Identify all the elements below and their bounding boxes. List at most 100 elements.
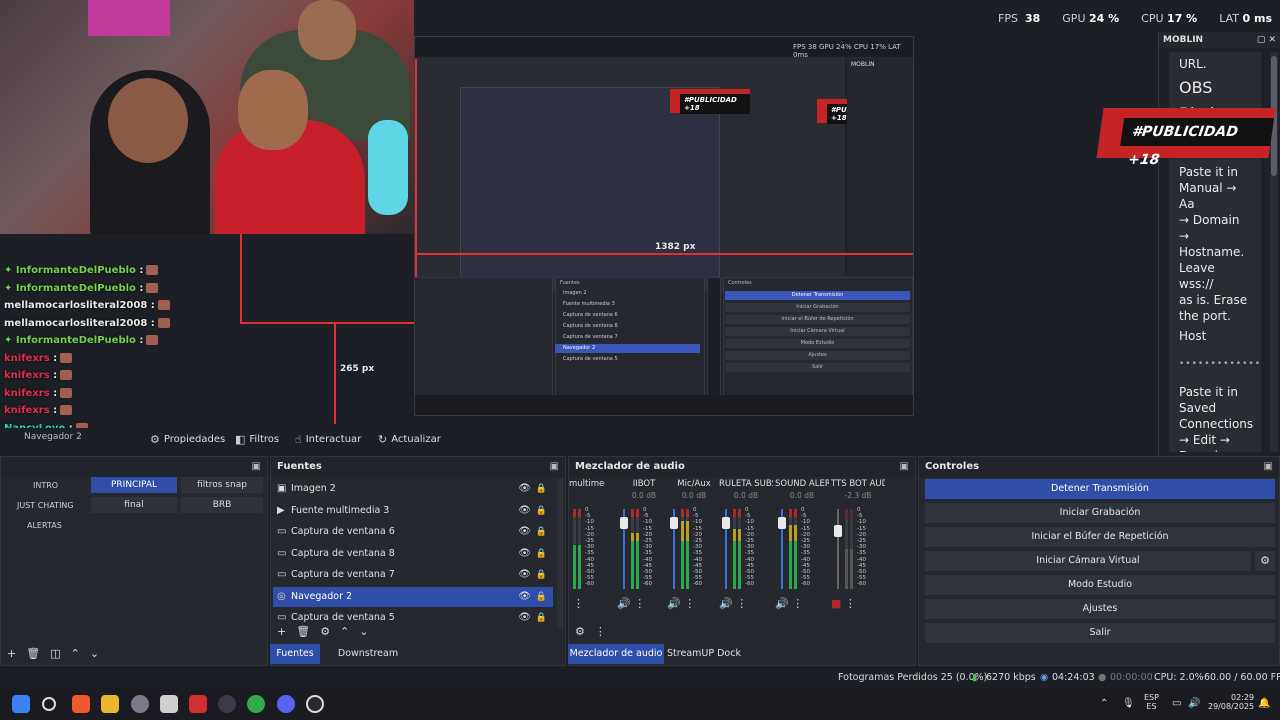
app-dark-icon[interactable]: [218, 695, 236, 713]
more-icon[interactable]: ⋮: [595, 625, 606, 638]
tab-downstream-keyer[interactable]: Downstream Keyer: [324, 644, 412, 679]
source-row[interactable]: ▭ Captura de ventana 8 👁 🔒: [273, 544, 553, 564]
more-icon[interactable]: ⋮: [736, 597, 747, 610]
scene-principal[interactable]: PRINCIPAL: [91, 477, 177, 493]
volume-icon[interactable]: 🔊: [1188, 698, 1200, 709]
source-row[interactable]: ◎ Navegador 2 👁 🔒: [273, 586, 553, 607]
studio-mode-button[interactable]: Modo Estudio: [925, 575, 1275, 595]
dock-float-icon[interactable]: ▣: [1264, 457, 1279, 477]
more-icon[interactable]: ⋮: [792, 597, 803, 610]
scene-intro-label[interactable]: INTRO: [33, 481, 58, 490]
tab-sources[interactable]: Fuentes: [270, 644, 320, 664]
volume-fader-knob[interactable]: [778, 517, 786, 529]
settings-button[interactable]: Ajustes: [925, 599, 1275, 619]
speaker-icon[interactable]: 🔊: [719, 597, 736, 610]
dock-float-icon[interactable]: ▣: [900, 457, 915, 477]
chevron-up-icon[interactable]: ⌃: [340, 625, 349, 638]
level-meter: [578, 509, 581, 589]
trash-icon[interactable]: 🗑: [296, 625, 310, 638]
sources-scrollbar[interactable]: [557, 479, 563, 629]
source-row[interactable]: ▶ Fuente multimedia 3 👁 🔒: [273, 501, 553, 521]
search-icon[interactable]: [42, 697, 56, 711]
filters-button[interactable]: ◧ Filtros: [235, 430, 279, 450]
scene-brb[interactable]: BRB: [181, 497, 263, 513]
properties-button[interactable]: ⚙ Propiedades: [150, 430, 225, 450]
chevron-down-icon[interactable]: ⌄: [90, 647, 99, 660]
scene-just-chating-label[interactable]: JUST CHATING: [17, 501, 74, 510]
tab-streamup-dock[interactable]: StreamUP Dock: [666, 644, 742, 664]
lock-icon[interactable]: 🔒: [536, 501, 547, 521]
chrome-icon[interactable]: [247, 695, 265, 713]
more-icon[interactable]: ⋮: [684, 597, 695, 610]
trash-icon[interactable]: 🗑: [26, 647, 40, 660]
start-recording-button[interactable]: Iniciar Grabación: [925, 503, 1275, 523]
start-virtual-camera-button[interactable]: Iniciar Cámara Virtual: [925, 551, 1251, 571]
visibility-eye-icon[interactable]: 👁: [518, 587, 531, 607]
nested-sources-title: Fuentes: [560, 280, 580, 286]
volume-fader-knob[interactable]: [620, 517, 628, 529]
volume-fader-knob[interactable]: [722, 517, 730, 529]
channel-db: -2.3 dB: [844, 491, 872, 500]
language-indicator[interactable]: ESP ES: [1144, 693, 1159, 711]
mic-icon[interactable]: 🎙: [1122, 698, 1135, 709]
app-icon[interactable]: [131, 695, 149, 713]
virtual-camera-settings-icon[interactable]: ⚙: [1255, 551, 1275, 571]
source-row[interactable]: ▭ Captura de ventana 7 👁 🔒: [273, 565, 553, 585]
advanced-audio-icon[interactable]: ⚙: [575, 625, 585, 638]
speaker-icon[interactable]: 🔊: [667, 597, 684, 610]
volume-fader[interactable]: [837, 509, 839, 589]
scene-final[interactable]: final: [91, 497, 177, 513]
obs-icon[interactable]: [306, 695, 324, 713]
chevron-up-icon[interactable]: ⌃: [1100, 698, 1108, 709]
add-icon[interactable]: +: [7, 647, 16, 660]
notifications-icon[interactable]: 🔔: [1258, 698, 1270, 709]
volume-fader-knob[interactable]: [670, 517, 678, 529]
source-row[interactable]: ▭ Captura de ventana 6 👁 🔒: [273, 522, 553, 542]
windows-start-icon[interactable]: [12, 695, 30, 713]
lock-icon[interactable]: 🔒: [536, 608, 547, 628]
lock-icon[interactable]: 🔒: [536, 587, 547, 607]
scene-alertas-label[interactable]: ALERTAS: [27, 521, 62, 530]
visibility-eye-icon[interactable]: 👁: [518, 608, 531, 628]
add-icon[interactable]: +: [277, 625, 286, 638]
visibility-eye-icon[interactable]: 👁: [518, 565, 531, 585]
lock-icon[interactable]: 🔒: [536, 544, 547, 564]
layout-icon[interactable]: ◫: [50, 647, 60, 660]
exit-button[interactable]: Salir: [925, 623, 1275, 643]
tab-audio-mixer[interactable]: Mezclador de audio: [568, 644, 664, 664]
app-window-icon[interactable]: [160, 695, 178, 713]
visibility-eye-icon[interactable]: 👁: [518, 501, 531, 521]
muted-speaker-icon[interactable]: ■: [831, 597, 845, 610]
nested-src-3: Captura de ventana 8: [563, 323, 618, 329]
lock-icon[interactable]: 🔒: [536, 522, 547, 542]
network-icon[interactable]: ▭: [1172, 698, 1181, 709]
chevron-down-icon[interactable]: ⌄: [359, 625, 368, 638]
visibility-eye-icon[interactable]: 👁: [518, 479, 531, 499]
discord-icon[interactable]: [277, 695, 295, 713]
start-replay-buffer-button[interactable]: Iniciar el Búfer de Repetición: [925, 527, 1275, 547]
speaker-icon[interactable]: 🔊: [775, 597, 792, 610]
clock[interactable]: 02:29 29/08/2025: [1208, 693, 1254, 711]
speaker-icon[interactable]: 🔊: [617, 597, 634, 610]
refresh-button[interactable]: ↻ Actualizar: [378, 430, 441, 450]
brave-icon[interactable]: [72, 695, 90, 713]
lock-icon[interactable]: 🔒: [536, 565, 547, 585]
visibility-eye-icon[interactable]: 👁: [518, 544, 531, 564]
volume-fader-knob[interactable]: [834, 525, 842, 537]
stop-stream-button[interactable]: Detener Transmisión: [925, 479, 1275, 499]
chevron-up-icon[interactable]: ⌃: [71, 647, 80, 660]
more-icon[interactable]: ⋮: [634, 597, 645, 610]
visibility-eye-icon[interactable]: 👁: [518, 522, 531, 542]
dock-float-icon[interactable]: ▢ ✕: [1257, 32, 1280, 48]
dock-float-icon[interactable]: ▣: [252, 457, 267, 477]
more-icon[interactable]: ⋮: [573, 597, 584, 610]
lock-icon[interactable]: 🔒: [536, 479, 547, 499]
interact-button[interactable]: ☝ Interactuar: [295, 430, 361, 450]
source-row[interactable]: ▣ Imagen 2 👁 🔒: [273, 479, 553, 499]
folder-icon[interactable]: [101, 695, 119, 713]
scene-filtros-snap[interactable]: filtros snap: [181, 477, 263, 493]
gear-icon[interactable]: ⚙: [320, 625, 330, 638]
dock-float-icon[interactable]: ▣: [550, 457, 565, 477]
more-icon[interactable]: ⋮: [845, 597, 856, 610]
app-red-icon[interactable]: [189, 695, 207, 713]
